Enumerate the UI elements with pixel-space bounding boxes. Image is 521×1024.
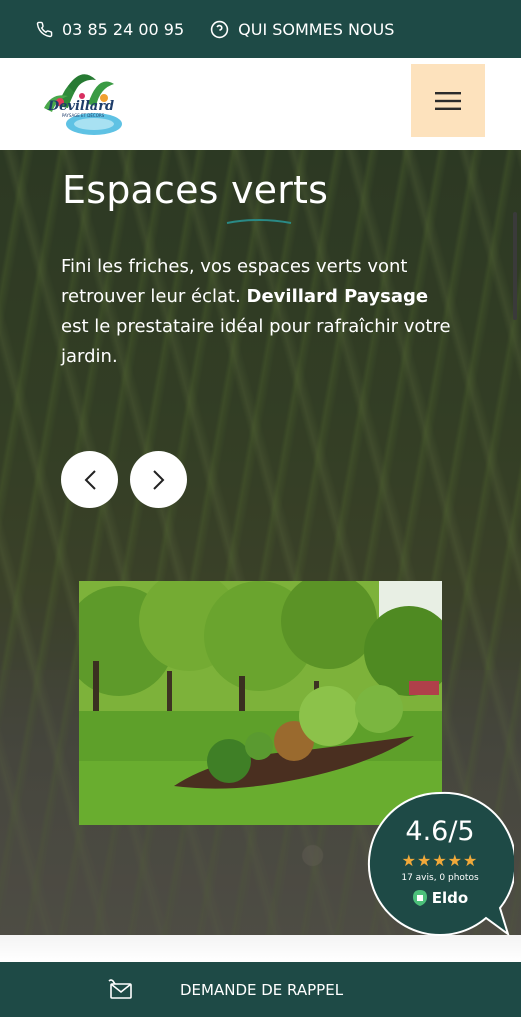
- callback-request-bar[interactable]: DEMANDE DE RAPPEL: [0, 962, 521, 1017]
- logo-tagline: PAYSAGE ET DÉCORS: [62, 113, 105, 118]
- title-underline: [226, 219, 292, 224]
- hero-text-company: Devillard Paysage: [246, 286, 429, 307]
- eldo-brand: Eldo: [412, 889, 468, 907]
- eldo-brand-name: Eldo: [431, 889, 469, 907]
- hero-text-end: est le prestataire idéal pour rafraîchir…: [61, 316, 451, 367]
- hero-title: Espaces verts: [62, 168, 329, 212]
- phone-link[interactable]: 03 85 24 00 95: [36, 20, 184, 39]
- envelope-phone-icon: [108, 978, 132, 999]
- site-header: Devillard PAYSAGE ET DÉCORS: [0, 58, 521, 150]
- rating-count: 17 avis, 0 photos: [401, 873, 479, 883]
- top-contact-bar: 03 85 24 00 95 QUI SOMMES NOUS: [0, 0, 521, 58]
- eldo-rating-badge[interactable]: 4.6/5 ★★★★★ 17 avis, 0 photos Eldo: [366, 790, 514, 938]
- slider-next-button[interactable]: [130, 451, 187, 508]
- hamburger-icon: [435, 91, 461, 110]
- chevron-right-icon: [152, 469, 164, 490]
- hero-description: Fini les friches, vos espaces verts vont…: [61, 252, 461, 372]
- rating-stars: ★★★★★: [401, 851, 479, 870]
- logo-text: Devillard: [47, 99, 114, 114]
- phone-icon: [36, 21, 53, 37]
- callback-label: DEMANDE DE RAPPEL: [180, 980, 344, 999]
- help-circle-icon: [210, 20, 229, 38]
- section-divider: [0, 935, 521, 962]
- eldo-logo-icon: [412, 890, 427, 906]
- rating-score: 4.6/5: [405, 816, 475, 847]
- about-link-label: QUI SOMMES NOUS: [238, 19, 395, 39]
- bottom-strip: [0, 1017, 521, 1024]
- phone-number: 03 85 24 00 95: [62, 19, 185, 39]
- logo[interactable]: Devillard PAYSAGE ET DÉCORS: [38, 66, 124, 142]
- slider-prev-button[interactable]: [61, 451, 118, 508]
- scrollbar-thumb[interactable]: [513, 212, 517, 320]
- garden-photo: [79, 581, 442, 825]
- menu-button[interactable]: [411, 64, 485, 137]
- about-link[interactable]: QUI SOMMES NOUS: [210, 20, 394, 39]
- chevron-left-icon: [84, 469, 96, 490]
